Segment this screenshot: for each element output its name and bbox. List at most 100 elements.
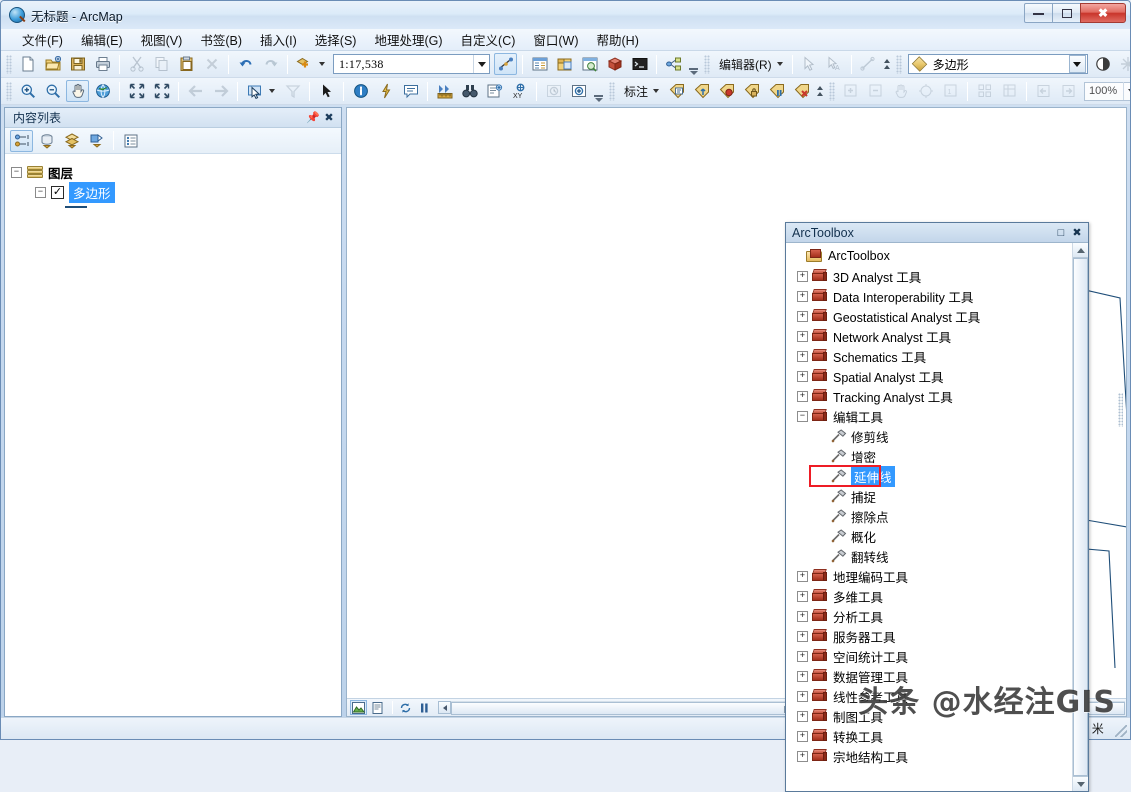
fixed-zoom-out-icon[interactable] bbox=[150, 80, 173, 102]
menu-file[interactable]: 文件(F) bbox=[13, 28, 72, 51]
menu-edit[interactable]: 编辑(E) bbox=[72, 28, 132, 51]
scroll-up-arrow[interactable] bbox=[1073, 243, 1088, 258]
collapse-icon[interactable]: − bbox=[11, 166, 22, 178]
toolbar-grip[interactable] bbox=[6, 54, 12, 74]
effects-icon[interactable] bbox=[1117, 53, 1130, 75]
copy-icon[interactable] bbox=[150, 53, 173, 75]
label-priority-icon[interactable] bbox=[690, 80, 713, 102]
menu-customize[interactable]: 自定义(C) bbox=[452, 28, 525, 51]
toolbox-category-row[interactable]: + 地理编码工具 bbox=[789, 566, 1072, 586]
toolbox-tool-row[interactable]: 修剪线 bbox=[789, 426, 1072, 446]
arctoolbox-tree[interactable]: ArcToolbox +3D Analyst 工具 + Data Interoper… bbox=[786, 243, 1072, 791]
python-window-icon[interactable] bbox=[628, 53, 651, 75]
pause-drawing-button[interactable] bbox=[416, 700, 433, 715]
edit-annotation-tool-icon[interactable]: A bbox=[823, 53, 846, 75]
expand-icon[interactable]: + bbox=[797, 650, 808, 662]
scroll-left-arrow[interactable] bbox=[438, 701, 451, 714]
expand-icon[interactable]: + bbox=[797, 710, 808, 722]
toolbox-tool-row[interactable]: 翻转线 bbox=[789, 546, 1072, 566]
dock-grip[interactable] bbox=[1117, 393, 1123, 427]
pan-hand-icon[interactable] bbox=[66, 80, 89, 102]
go-back-extent-icon[interactable] bbox=[184, 80, 207, 102]
scale-dropdown-icon[interactable] bbox=[473, 55, 489, 73]
label-manager-icon[interactable] bbox=[665, 80, 688, 102]
print-icon[interactable] bbox=[91, 53, 114, 75]
expand-icon[interactable]: + bbox=[797, 390, 808, 402]
create-viewer-window-icon[interactable] bbox=[567, 80, 590, 102]
zoom-out-icon[interactable] bbox=[41, 80, 64, 102]
zoom-out-fixed-2-icon[interactable] bbox=[864, 80, 887, 102]
toolbox-category-row[interactable]: − 编辑工具 bbox=[789, 406, 1072, 426]
toolbox-category-row[interactable]: + 线性参考工具 bbox=[789, 686, 1072, 706]
toolbox-category-row[interactable]: + Schematics 工具 bbox=[789, 346, 1072, 366]
paste-icon[interactable] bbox=[175, 53, 198, 75]
toc-tree[interactable]: − 图层 − ✓ 多边形 bbox=[5, 154, 341, 716]
refresh-2-icon[interactable]: 1 bbox=[939, 80, 962, 102]
expand-icon[interactable]: + bbox=[797, 630, 808, 642]
labeling-toolbar-expand[interactable] bbox=[814, 81, 826, 102]
clear-selection-icon[interactable] bbox=[281, 80, 304, 102]
transparency-icon[interactable] bbox=[1092, 53, 1115, 75]
editing-layer-dropdown-icon[interactable] bbox=[1068, 55, 1086, 73]
toolbox-category-row[interactable]: + Network Analyst 工具 bbox=[789, 326, 1072, 346]
toolbar-overflow-button[interactable] bbox=[688, 54, 699, 75]
add-data-dropdown-icon[interactable] bbox=[319, 62, 325, 66]
toolbox-tool-row[interactable]: 延伸线 bbox=[789, 465, 1072, 487]
zoom-percent-dropdown-icon[interactable] bbox=[1123, 82, 1130, 100]
list-by-source-button[interactable] bbox=[35, 130, 58, 152]
toolbox-category-row[interactable]: + 分析工具 bbox=[789, 606, 1072, 626]
list-by-drawing-order-button[interactable] bbox=[10, 129, 33, 152]
layout-view-button[interactable] bbox=[369, 700, 386, 715]
search-window-icon[interactable] bbox=[578, 53, 601, 75]
toolbox-tool-row[interactable]: 擦除点 bbox=[789, 506, 1072, 526]
toolbox-category-row[interactable]: + 服务器工具 bbox=[789, 626, 1072, 646]
toolbox-category-row[interactable]: + 制图工具 bbox=[789, 706, 1072, 726]
scroll-thumb[interactable] bbox=[1073, 258, 1088, 776]
collapse-icon[interactable]: − bbox=[797, 410, 808, 422]
expand-icon[interactable]: + bbox=[797, 590, 808, 602]
menu-view[interactable]: 视图(V) bbox=[132, 28, 192, 51]
undo-icon[interactable] bbox=[234, 53, 257, 75]
previous-page-icon[interactable] bbox=[1032, 80, 1055, 102]
editor-toolbar-toggle-icon[interactable] bbox=[494, 53, 517, 75]
toolbox-category-row[interactable]: + 数据管理工具 bbox=[789, 666, 1072, 686]
model-builder-icon[interactable] bbox=[662, 53, 685, 75]
editing-layer-combo[interactable]: 多边形 bbox=[907, 54, 1088, 74]
map-scale-combo[interactable]: 1:17,538 bbox=[333, 54, 490, 74]
select-elements-arrow-icon[interactable] bbox=[315, 80, 338, 102]
toolbox-category-row[interactable]: + 转换工具 bbox=[789, 726, 1072, 746]
toolbox-tool-row[interactable]: 增密 bbox=[789, 446, 1072, 466]
close-icon[interactable]: ✖ bbox=[1069, 225, 1085, 241]
labeling-toolbar-grip[interactable] bbox=[609, 81, 615, 101]
delete-labels-icon[interactable] bbox=[790, 80, 813, 102]
identify-info-icon[interactable] bbox=[349, 80, 372, 102]
menu-windows[interactable]: 窗口(W) bbox=[524, 28, 587, 51]
tools-grip[interactable] bbox=[6, 81, 12, 101]
detail-view-icon[interactable] bbox=[998, 80, 1021, 102]
toolbox-tool-row[interactable]: 捕捉 bbox=[789, 486, 1072, 506]
snapping-toolbar-grip[interactable] bbox=[895, 54, 902, 74]
go-to-xy-icon[interactable]: XY bbox=[508, 80, 531, 102]
toolbox-category-row[interactable]: +3D Analyst 工具 bbox=[789, 266, 1072, 286]
expand-icon[interactable]: + bbox=[797, 750, 808, 762]
arctoolbox-root-row[interactable]: ArcToolbox bbox=[789, 246, 1072, 266]
scroll-track[interactable] bbox=[1073, 258, 1088, 776]
menu-selection[interactable]: 选择(S) bbox=[306, 28, 366, 51]
editor-menu-label[interactable]: 编辑器(R) bbox=[713, 56, 775, 73]
spatial-adjustment-grip[interactable] bbox=[829, 81, 836, 101]
zoom-in-fixed-2-icon[interactable] bbox=[839, 80, 862, 102]
next-page-icon[interactable] bbox=[1057, 80, 1080, 102]
list-by-selection-button[interactable] bbox=[85, 130, 108, 152]
catalog-window-icon[interactable] bbox=[553, 53, 576, 75]
label-weight-icon[interactable] bbox=[715, 80, 738, 102]
expand-icon[interactable]: + bbox=[797, 290, 808, 302]
menu-help[interactable]: 帮助(H) bbox=[588, 28, 648, 51]
layer-visibility-checkbox[interactable]: ✓ bbox=[51, 185, 64, 199]
refresh-button[interactable] bbox=[397, 700, 414, 715]
toolbox-category-row[interactable]: + 宗地结构工具 bbox=[789, 746, 1072, 766]
thumbnail-view-icon[interactable] bbox=[973, 80, 996, 102]
lock-labels-icon[interactable] bbox=[740, 80, 763, 102]
toolbox-category-row[interactable]: + Data Interoperability 工具 bbox=[789, 286, 1072, 306]
redo-icon[interactable] bbox=[259, 53, 282, 75]
close-button[interactable]: ✖ bbox=[1080, 3, 1126, 23]
